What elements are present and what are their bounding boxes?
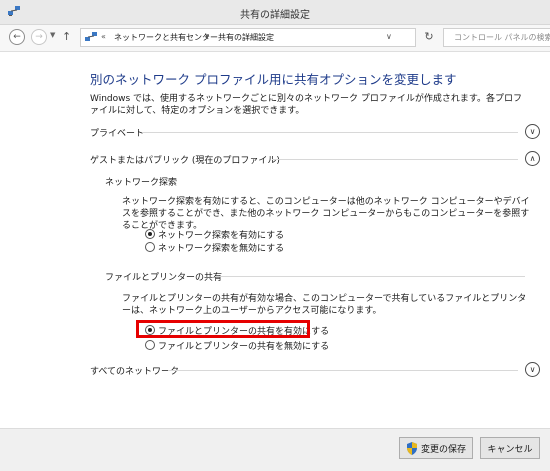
search-placeholder: コントロール パネルの検索 bbox=[454, 33, 550, 42]
radio-network-discovery-on[interactable]: ネットワーク探索を有効にする bbox=[145, 228, 285, 241]
breadcrumb-overflow[interactable]: « bbox=[101, 32, 106, 41]
section-private[interactable]: プライベート ∨ bbox=[90, 124, 540, 140]
up-button[interactable]: ↑ bbox=[62, 30, 71, 43]
up-arrow-icon: ↑ bbox=[62, 30, 72, 43]
section-guest-public-label: ゲストまたはパブリック (現在のプロファイル) bbox=[90, 156, 280, 166]
section-all-networks-label: すべてのネットワーク bbox=[90, 367, 180, 377]
radio-label: ファイルとプリンターの共有を無効にする bbox=[158, 341, 330, 352]
expand-all-networks-button[interactable]: ∨ bbox=[525, 362, 540, 377]
network-location-icon bbox=[85, 32, 97, 41]
section-guest-public[interactable]: ゲストまたはパブリック (現在のプロファイル) ∧ bbox=[90, 151, 540, 167]
radio-file-printer-sharing-off[interactable]: ファイルとプリンターの共有を無効にする bbox=[145, 339, 330, 352]
radio-button-checked[interactable] bbox=[145, 229, 155, 239]
collapse-guest-public-button[interactable]: ∧ bbox=[525, 151, 540, 166]
divider bbox=[142, 132, 518, 133]
save-changes-label: 変更の保存 bbox=[420, 444, 466, 455]
file-printer-sharing-description: ファイルとプリンターの共有が有効な場合、このコンピューターで共有しているファイル… bbox=[122, 294, 527, 316]
address-history-chevron-icon[interactable]: ∨ bbox=[386, 32, 392, 41]
save-changes-button[interactable]: 変更の保存 bbox=[399, 437, 473, 459]
subsection-file-printer-sharing: ファイルとプリンターの共有 bbox=[105, 268, 525, 283]
chevron-down-icon: ∨ bbox=[529, 364, 536, 374]
forward-arrow-icon: → bbox=[35, 31, 43, 42]
back-button[interactable]: ← bbox=[9, 29, 25, 45]
radio-network-discovery-off[interactable]: ネットワーク探索を無効にする bbox=[145, 241, 285, 254]
chevron-up-icon: ∧ bbox=[529, 153, 536, 163]
highlight-annotation-box bbox=[136, 320, 310, 338]
file-printer-sharing-heading: ファイルとプリンターの共有 bbox=[105, 273, 223, 283]
uac-shield-icon bbox=[406, 441, 417, 455]
cancel-button[interactable]: キャンセル bbox=[480, 437, 540, 459]
radio-button-unchecked[interactable] bbox=[145, 340, 155, 350]
search-input[interactable]: コントロール パネルの検索 bbox=[443, 28, 550, 47]
address-bar-row: ← → ▼ ↑ « ネットワークと共有センター ▸ 共有の詳細設定 ∨ ↻ コン… bbox=[0, 25, 550, 52]
refresh-icon: ↻ bbox=[424, 30, 434, 43]
address-field[interactable]: « ネットワークと共有センター ▸ 共有の詳細設定 ∨ bbox=[80, 28, 416, 47]
refresh-button[interactable]: ↻ bbox=[420, 30, 438, 46]
intro-text: Windows では、使用するネットワークごとに別々のネットワーク プロファイル… bbox=[90, 94, 522, 116]
section-all-networks[interactable]: すべてのネットワーク ∨ bbox=[90, 362, 540, 378]
breadcrumb-network-center[interactable]: ネットワークと共有センター bbox=[114, 32, 218, 43]
network-discovery-heading: ネットワーク探索 bbox=[105, 178, 178, 188]
expand-private-button[interactable]: ∨ bbox=[525, 124, 540, 139]
breadcrumb-separator-icon[interactable]: ▸ bbox=[206, 32, 210, 40]
divider bbox=[168, 370, 518, 371]
forward-button[interactable]: → bbox=[31, 29, 47, 45]
radio-label: ネットワーク探索を無効にする bbox=[158, 243, 285, 254]
window-title: 共有の詳細設定 bbox=[240, 10, 310, 21]
subsection-network-discovery: ネットワーク探索 bbox=[105, 173, 525, 188]
radio-label: ネットワーク探索を有効にする bbox=[158, 230, 285, 241]
divider bbox=[272, 159, 518, 160]
breadcrumb-advanced-sharing[interactable]: 共有の詳細設定 bbox=[218, 32, 274, 43]
chevron-down-icon: ∨ bbox=[529, 126, 536, 136]
page-title: 別のネットワーク プロファイル用に共有オプションを変更します bbox=[90, 72, 457, 87]
radio-button-unchecked[interactable] bbox=[145, 242, 155, 252]
cancel-label: キャンセル bbox=[487, 444, 533, 455]
back-arrow-icon: ← bbox=[13, 31, 21, 42]
recent-locations-dropdown[interactable]: ▼ bbox=[50, 31, 55, 39]
footer-bar: 変更の保存 キャンセル bbox=[0, 428, 550, 471]
title-bar: 共有の詳細設定 bbox=[0, 0, 550, 25]
divider bbox=[215, 276, 525, 277]
section-private-label: プライベート bbox=[90, 129, 145, 139]
